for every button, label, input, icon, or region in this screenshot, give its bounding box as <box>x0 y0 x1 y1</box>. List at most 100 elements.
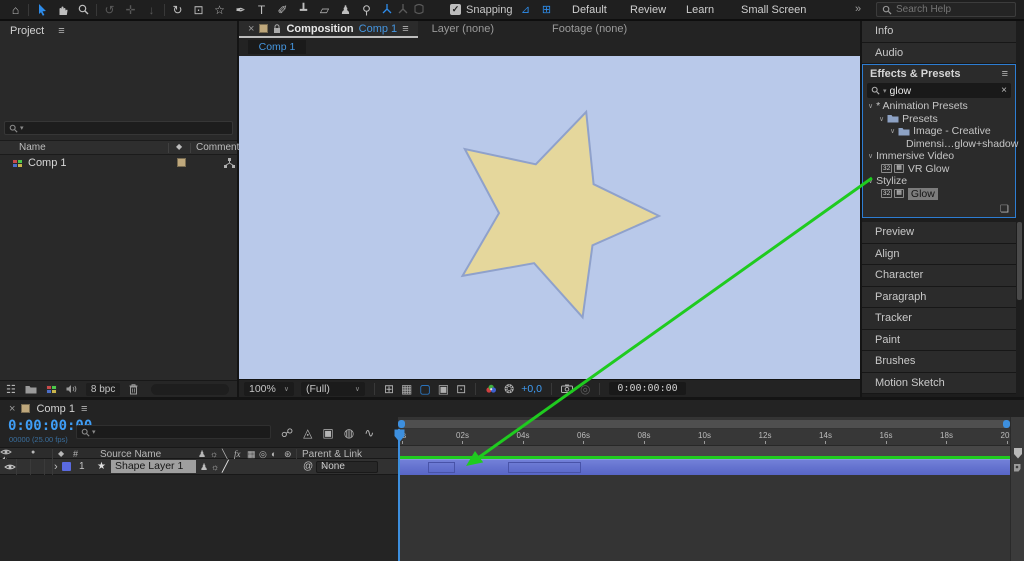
panel-audio[interactable]: Audio <box>862 43 1016 65</box>
panel-menu-icon[interactable]: ≡ <box>81 403 87 415</box>
help-search-input[interactable] <box>896 4 1006 15</box>
new-composition-icon[interactable] <box>46 385 57 394</box>
parent-pickwhip-icon[interactable]: @ <box>303 461 313 472</box>
chevron-down-icon[interactable]: ∨ <box>868 177 873 185</box>
layer-marker-icon[interactable] <box>1013 463 1023 473</box>
dolly-camera-tool-icon[interactable]: ↓ <box>141 0 162 19</box>
label-column-icon[interactable]: ◆ <box>176 142 182 151</box>
snapshot-camera-icon[interactable] <box>561 384 573 393</box>
workspace-small-screen[interactable]: Small Screen <box>741 4 806 16</box>
parent-dropdown[interactable]: None ∨ <box>316 461 378 473</box>
channel-color-icon[interactable] <box>485 384 497 394</box>
workspace-overflow-icon[interactable]: » <box>855 3 861 15</box>
chevron-down-icon[interactable]: ∨ <box>868 102 873 110</box>
project-item-row[interactable]: Comp 1 <box>0 156 237 173</box>
layer-visibility-icon[interactable] <box>4 463 16 471</box>
close-icon[interactable]: × <box>9 403 15 415</box>
workspace-review[interactable]: Review <box>630 4 666 16</box>
rotation-tool-icon[interactable]: ↻ <box>167 0 188 19</box>
ep-row-vr-glow[interactable]: 32 ▦ VR Glow <box>863 163 1015 176</box>
layer-collapse-icon[interactable]: ☼ <box>211 462 219 472</box>
pen-tool-icon[interactable]: ✒ <box>230 0 251 19</box>
layer-row[interactable]: › 1 ★ Shape Layer 1 ♟ ☼ ╱ @ None ∨ <box>0 459 398 475</box>
pan-camera-tool-icon[interactable]: ✛ <box>120 0 141 19</box>
panel-paint[interactable]: Paint <box>862 330 1016 352</box>
navigator-start-handle[interactable] <box>398 420 405 428</box>
composition-tab[interactable]: × Composition Comp 1 ≡ <box>239 21 418 38</box>
view-axis-icon[interactable] <box>413 3 425 15</box>
type-tool-icon[interactable]: T <box>251 0 272 19</box>
shy-layers-icon[interactable]: ▣ <box>322 426 333 440</box>
close-icon[interactable]: × <box>248 23 254 35</box>
exposure-value[interactable]: +0,0 <box>521 383 542 395</box>
composition-canvas[interactable] <box>239 56 860 379</box>
panel-tracker[interactable]: Tracker <box>862 308 1016 330</box>
workspace-learn[interactable]: Learn <box>686 4 714 16</box>
panel-brushes[interactable]: Brushes <box>862 351 1016 373</box>
chevron-down-icon[interactable]: ∨ <box>868 152 873 160</box>
snap-to-bounds-icon[interactable]: ⊞ <box>539 3 555 16</box>
show-snapshot-icon[interactable]: ◎ <box>580 383 590 395</box>
solo-column-icon[interactable]: ● <box>31 449 35 456</box>
ep-row-animation-presets[interactable]: ∨ * Animation Presets <box>863 100 1015 113</box>
bit-depth-button[interactable]: 8 bpc <box>86 383 120 396</box>
panel-character[interactable]: Character <box>862 265 1016 287</box>
panel-menu-icon[interactable]: ≡ <box>1002 68 1008 80</box>
lock-icon[interactable] <box>273 24 281 34</box>
clear-search-icon[interactable]: × <box>1001 85 1007 96</box>
layer-name-field[interactable]: Shape Layer 1 <box>111 460 196 473</box>
snap-to-feature-icon[interactable]: ⊿ <box>518 3 534 16</box>
panel-paragraph[interactable]: Paragraph <box>862 287 1016 309</box>
selection-tool-icon[interactable] <box>31 0 52 19</box>
frame-blending-icon[interactable]: ◍ <box>344 426 354 440</box>
workspace-default[interactable]: Default <box>572 4 607 16</box>
effects-search-input[interactable] <box>890 85 985 97</box>
layer-shy-icon[interactable]: ♟ <box>200 462 208 473</box>
ep-row-presets-folder[interactable]: ∨ Presets <box>863 113 1015 126</box>
transparency-grid-icon[interactable]: ▦ <box>401 383 412 395</box>
ep-row-image-creative-folder[interactable]: ∨ Image - Creative <box>863 125 1015 138</box>
exposure-icon[interactable]: ❂ <box>504 383 514 395</box>
region-of-interest-icon[interactable]: ▣ <box>438 383 449 395</box>
roto-brush-tool-icon[interactable]: ♟ <box>335 0 356 19</box>
playhead-handle[interactable] <box>394 429 405 443</box>
layer-duration-bar[interactable] <box>398 459 1010 475</box>
chevron-down-icon[interactable]: ∨ <box>890 127 895 135</box>
draft-3d-icon[interactable]: ◬ <box>303 426 312 440</box>
zoom-tool-icon[interactable] <box>73 0 94 19</box>
local-axis-icon[interactable] <box>381 3 393 15</box>
project-footer-slider[interactable] <box>151 384 229 395</box>
project-tab[interactable]: Project <box>10 25 44 37</box>
video-column-icon[interactable] <box>0 448 12 456</box>
magnification-dropdown[interactable]: 100%∨ <box>244 382 294 396</box>
ep-row-dimensions-preset[interactable]: Dimensi…glow+shadow <box>863 138 1015 151</box>
column-comment[interactable]: Comment <box>196 142 239 153</box>
panel-menu-icon[interactable]: ≡ <box>58 25 64 37</box>
dependencies-icon[interactable] <box>224 158 235 169</box>
column-name[interactable]: Name <box>19 142 46 153</box>
panel-align[interactable]: Align <box>862 244 1016 266</box>
star-shape[interactable] <box>463 112 660 317</box>
chevron-down-icon[interactable]: ∨ <box>879 115 884 123</box>
grid-guides-icon[interactable]: ⊞ <box>384 383 394 395</box>
pixel-aspect-icon[interactable]: ⊡ <box>456 383 466 395</box>
comp-viewer-subtab[interactable]: Comp 1 <box>248 40 306 54</box>
pan-behind-tool-icon[interactable]: ⊡ <box>188 0 209 19</box>
panel-motion-sketch[interactable]: Motion Sketch <box>862 373 1016 395</box>
comp-marker-icon[interactable] <box>1013 447 1023 459</box>
footage-tab[interactable]: Footage (none) <box>552 21 627 38</box>
timeline-tab[interactable]: × Comp 1 ≡ <box>0 400 96 417</box>
timeline-search-input[interactable] <box>98 425 258 440</box>
brush-tool-icon[interactable]: ✐ <box>272 0 293 19</box>
layer-tab[interactable]: Layer (none) <box>432 21 494 38</box>
resolution-dropdown[interactable]: (Full)∨ <box>301 382 365 396</box>
interpret-footage-icon[interactable]: ☷ <box>6 383 16 396</box>
label-color-swatch[interactable] <box>177 158 186 167</box>
adjustment-switch-icon[interactable]: ◐ <box>271 449 276 459</box>
project-settings-icon[interactable] <box>66 384 77 394</box>
playhead-line[interactable] <box>398 429 400 561</box>
ep-row-stylize[interactable]: ∨ Stylize <box>863 175 1015 188</box>
delete-icon[interactable] <box>129 384 138 395</box>
new-folder-icon[interactable] <box>25 385 37 394</box>
shape-tool-icon[interactable]: ☆ <box>209 0 230 19</box>
